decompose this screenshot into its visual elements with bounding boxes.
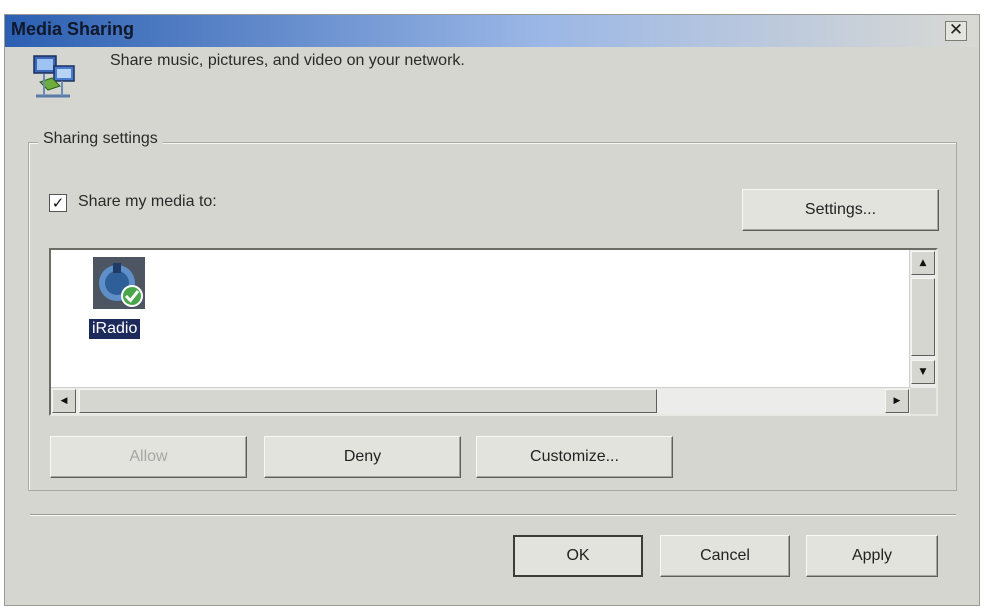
scroll-right-button[interactable]: ▶ (885, 389, 909, 413)
cancel-button[interactable]: Cancel (660, 535, 790, 577)
deny-button[interactable]: Deny (264, 436, 461, 478)
scrollbar-corner (910, 388, 936, 414)
vertical-scroll-thumb[interactable] (911, 278, 935, 356)
arrow-up-icon: ▲ (919, 258, 927, 268)
settings-button[interactable]: Settings... (742, 189, 939, 231)
header-description: Share music, pictures, and video on your… (110, 52, 465, 69)
radio-device-icon (93, 257, 145, 309)
customize-button[interactable]: Customize... (476, 436, 673, 478)
device-list[interactable]: iRadio ▲ ▼ ◀ ▶ (49, 248, 938, 416)
arrow-right-icon: ▶ (893, 396, 901, 406)
close-icon: ✕ (948, 20, 964, 40)
vertical-scrollbar[interactable]: ▲ ▼ (909, 250, 936, 388)
network-media-icon (33, 55, 75, 98)
device-label: iRadio (89, 319, 141, 339)
horizontal-scrollbar[interactable]: ◀ ▶ (51, 387, 911, 414)
share-media-checkbox[interactable]: ✓ (49, 194, 67, 212)
scroll-down-button[interactable]: ▼ (911, 360, 935, 384)
share-media-label[interactable]: Share my media to: (78, 193, 217, 211)
footer-separator (30, 514, 956, 516)
window-title: Media Sharing (11, 19, 135, 39)
title-bar[interactable]: Media Sharing ✕ (5, 15, 979, 47)
arrow-down-icon: ▼ (919, 367, 927, 377)
horizontal-scroll-thumb[interactable] (79, 389, 657, 413)
allow-button[interactable]: Allow (50, 436, 247, 478)
apply-button[interactable]: Apply (806, 535, 938, 577)
checkmark-icon: ✓ (51, 194, 65, 212)
scroll-up-button[interactable]: ▲ (911, 251, 935, 275)
scroll-left-button[interactable]: ◀ (52, 389, 76, 413)
ok-button[interactable]: OK (513, 535, 643, 577)
list-item[interactable]: iRadio (89, 255, 153, 347)
arrow-left-icon: ◀ (60, 396, 68, 406)
close-button[interactable]: ✕ (945, 21, 967, 41)
sharing-settings-label: Sharing settings (38, 130, 163, 148)
